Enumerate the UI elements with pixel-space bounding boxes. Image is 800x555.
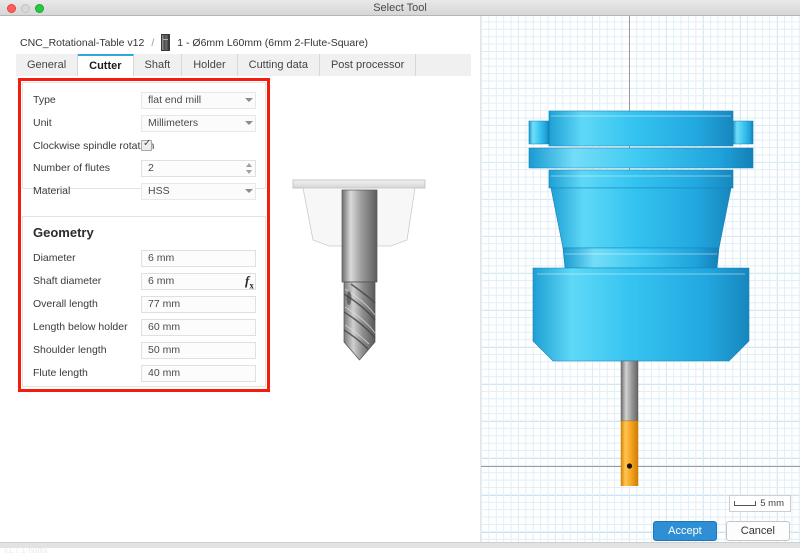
quantity-stepper[interactable]: [246, 162, 254, 175]
formula-icon[interactable]: fx: [245, 273, 254, 291]
tab-shaft[interactable]: Shaft: [134, 54, 183, 76]
row-flute-length: Flute length 40 mm: [23, 362, 267, 384]
row-flutes: Number of flutes 2: [23, 157, 267, 179]
shoulder-length-input[interactable]: 50 mm: [141, 342, 256, 359]
type-select[interactable]: flat end mill: [141, 92, 256, 109]
flute-length-label: Flute length: [33, 367, 88, 379]
clockwise-label: Clockwise spindle rotation: [33, 140, 154, 152]
flute-length-input[interactable]: 40 mm: [141, 365, 256, 382]
accept-button[interactable]: Accept: [653, 521, 717, 541]
tab-cutter[interactable]: Cutter: [78, 54, 133, 76]
shaft-diameter-label: Shaft diameter: [33, 275, 101, 287]
row-overall-length: Overall length 77 mm: [23, 293, 267, 315]
cancel-button[interactable]: Cancel: [726, 521, 790, 541]
row-material: Material HSS: [23, 180, 267, 202]
window-title: Select Tool: [0, 0, 800, 16]
geometry-title: Geometry: [33, 225, 94, 240]
unit-select[interactable]: Millimeters: [141, 115, 256, 132]
cutter-properties-group: Type flat end mill Unit Millimeters Cloc…: [22, 82, 266, 189]
row-clockwise: Clockwise spindle rotation: [23, 135, 267, 157]
shaft-diameter-input[interactable]: 6 mm: [141, 273, 256, 290]
flutes-label: Number of flutes: [33, 162, 110, 174]
tab-bar[interactable]: General Cutter Shaft Holder Cutting data…: [16, 54, 471, 76]
chevron-down-icon[interactable]: [245, 189, 253, 193]
chevron-down-icon[interactable]: [245, 121, 253, 125]
row-shaft-diameter: Shaft diameter 6 mm fx: [23, 270, 267, 292]
tab-post-processor[interactable]: Post processor: [320, 54, 416, 76]
type-label: Type: [33, 94, 56, 106]
endmill-icon: [161, 34, 170, 51]
diameter-input[interactable]: 6 mm: [141, 250, 256, 267]
material-label: Material: [33, 185, 70, 197]
tool-assembly-3d: [481, 16, 800, 486]
row-type: Type flat end mill: [23, 89, 267, 111]
row-diameter: Diameter 6 mm: [23, 247, 267, 269]
flutes-input[interactable]: 2: [141, 160, 256, 177]
unit-label: Unit: [33, 117, 52, 129]
clockwise-checkbox[interactable]: [141, 140, 152, 151]
window-titlebar: Select Tool: [0, 0, 800, 16]
scale-tick-icon: [734, 501, 756, 506]
length-below-holder-label: Length below holder: [33, 321, 128, 333]
row-unit: Unit Millimeters: [23, 112, 267, 134]
breadcrumb: CNC_Rotational-Table v12 / 1 - Ø6mm L60m…: [20, 34, 368, 51]
chevron-down-icon[interactable]: [245, 98, 253, 102]
row-length-below-holder: Length below holder 60 mm: [23, 316, 267, 338]
tool-viewport-3d[interactable]: 5 mm Accept Cancel: [480, 16, 800, 548]
row-shoulder-length: Shoulder length 50 mm: [23, 339, 267, 361]
shoulder-length-label: Shoulder length: [33, 344, 107, 356]
window-bottom-bar: [0, 542, 800, 548]
diameter-label: Diameter: [33, 252, 76, 264]
breadcrumb-separator: /: [151, 37, 154, 49]
length-below-holder-input[interactable]: 60 mm: [141, 319, 256, 336]
overall-length-input[interactable]: 77 mm: [141, 296, 256, 313]
tab-general[interactable]: General: [16, 54, 78, 76]
tool-preview-2d: [285, 170, 440, 365]
dialog-buttons[interactable]: Accept Cancel: [653, 521, 790, 541]
scale-label: 5 mm: [760, 498, 784, 509]
scale-indicator: 5 mm: [729, 495, 791, 512]
breadcrumb-tool[interactable]: 1 - Ø6mm L60mm (6mm 2-Flute-Square): [177, 37, 368, 49]
tab-holder[interactable]: Holder: [182, 54, 237, 76]
overall-length-label: Overall length: [33, 298, 98, 310]
breadcrumb-project[interactable]: CNC_Rotational-Table v12: [20, 37, 144, 49]
tab-cutting-data[interactable]: Cutting data: [238, 54, 320, 76]
material-select[interactable]: HSS: [141, 183, 256, 200]
geometry-group: Geometry Diameter 6 mm Shaft diameter 6 …: [22, 216, 266, 387]
